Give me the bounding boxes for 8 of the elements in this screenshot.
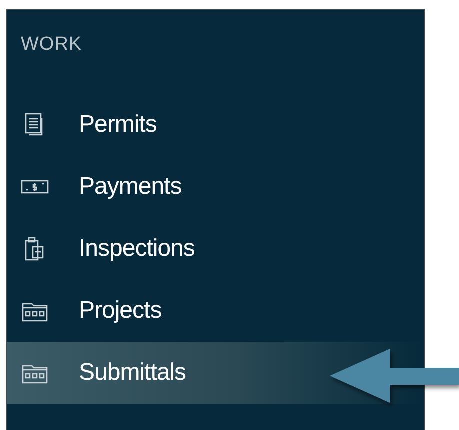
- clipboard-icon: [25, 237, 45, 261]
- sidebar-item[interactable]: Projects: [7, 280, 325, 342]
- sidebar-item[interactable]: Inspections: [7, 218, 325, 280]
- sidebar-item[interactable]: Permits: [7, 94, 325, 156]
- money-icon: [21, 179, 49, 195]
- document-icon: [25, 113, 45, 137]
- sidebar-item[interactable]: Payments: [7, 156, 325, 218]
- section-heading: WORK: [21, 33, 82, 57]
